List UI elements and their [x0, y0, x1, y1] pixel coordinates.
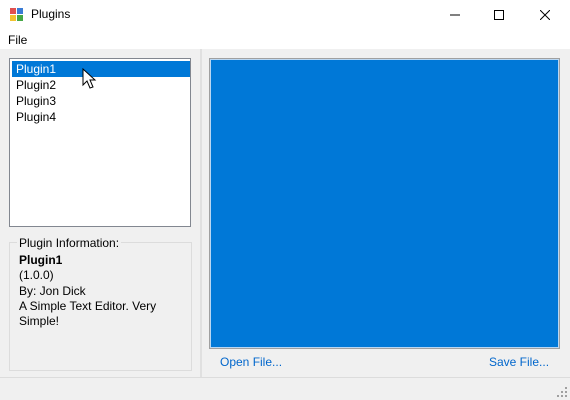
minimize-icon [450, 14, 460, 16]
close-icon [540, 10, 550, 20]
plugin-content-panel[interactable] [209, 58, 560, 349]
status-bar [0, 377, 570, 400]
mouse-cursor-icon [82, 68, 97, 89]
maximize-button[interactable] [476, 0, 522, 30]
menu-bar: File [0, 31, 570, 49]
close-button[interactable] [522, 0, 568, 30]
plugin-description: A Simple Text Editor. Very Simple! [19, 299, 157, 328]
plugin-version: (1.0.0) [19, 268, 54, 282]
plugin-info-title: Plugin Information: [17, 236, 122, 250]
maximize-icon [494, 10, 504, 20]
plugin-list-item[interactable]: Plugin3 [12, 93, 190, 109]
plugin-list-item[interactable]: Plugin1 [12, 61, 190, 77]
open-file-link[interactable]: Open File... [220, 355, 282, 369]
minimize-button[interactable] [432, 0, 478, 30]
plugin-list[interactable]: Plugin1 Plugin2 Plugin3 Plugin4 [9, 58, 191, 227]
title-bar: Plugins [0, 0, 570, 30]
plugin-list-item[interactable]: Plugin4 [12, 109, 190, 125]
plugin-list-item[interactable]: Plugin2 [12, 77, 190, 93]
resize-grip-icon[interactable] [556, 386, 568, 398]
save-file-link[interactable]: Save File... [489, 355, 549, 369]
plugin-author: By: Jon Dick [19, 284, 86, 298]
app-icon [10, 8, 24, 21]
window-title: Plugins [31, 7, 71, 21]
plugin-name: Plugin1 [19, 253, 63, 267]
menu-file[interactable]: File [8, 33, 27, 47]
splitter[interactable] [200, 49, 202, 377]
